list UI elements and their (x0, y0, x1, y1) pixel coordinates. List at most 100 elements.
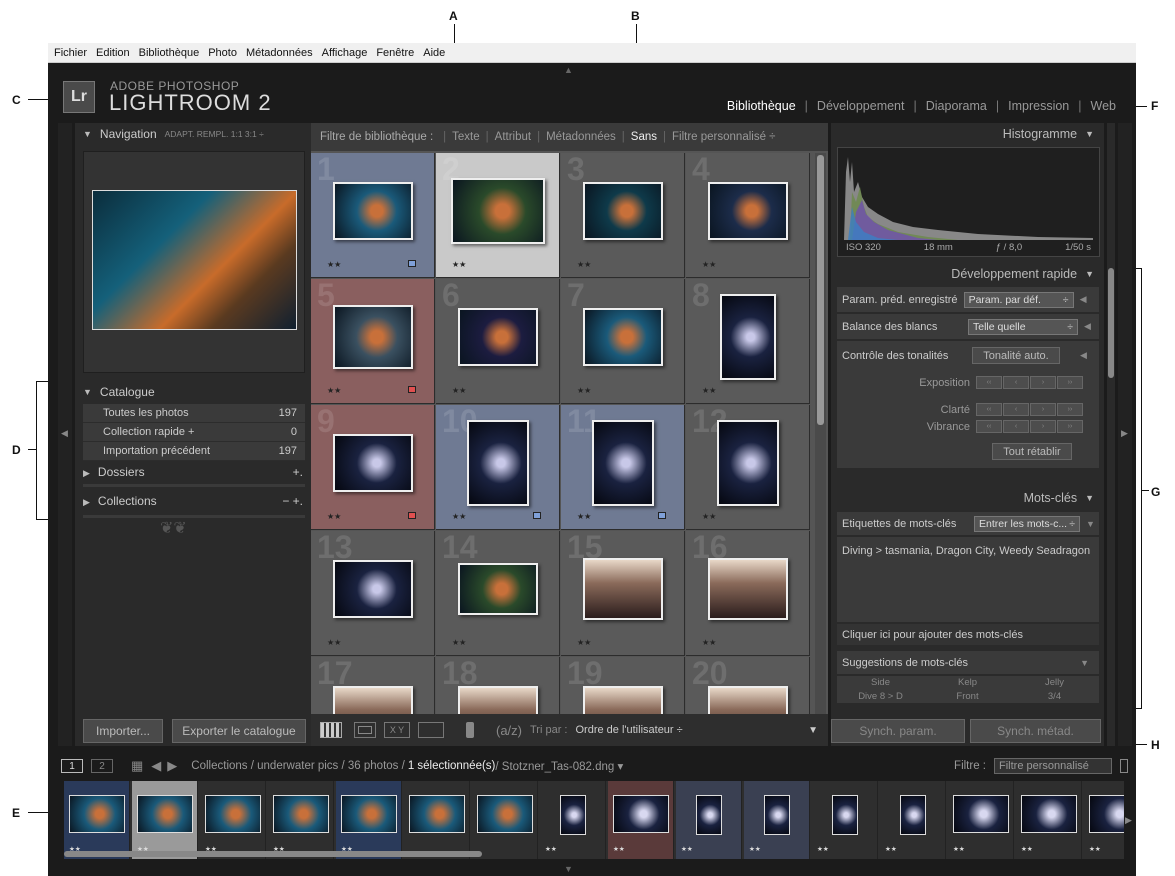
catalogue-item[interactable]: Collection rapide +0 (83, 423, 305, 442)
filmstrip-cell[interactable]: ★★ (608, 781, 674, 859)
compare-view-icon[interactable]: X Y (384, 722, 410, 738)
grid-cell[interactable]: 2 ★★ (436, 153, 560, 278)
menu-aide[interactable]: Aide (423, 47, 445, 59)
clarity-stepper[interactable]: ‹‹ ‹ › ›› (976, 403, 1084, 416)
menu-affichage[interactable]: Affichage (322, 47, 368, 59)
grid-view-icon[interactable] (320, 722, 342, 738)
filmstrip-star-rating[interactable]: ★★ (885, 845, 897, 853)
thumbnail-image[interactable] (720, 294, 776, 380)
catalogue-item[interactable]: Importation précédent 197 (83, 442, 305, 461)
catalogue-header[interactable]: ▼ Catalogue (75, 381, 313, 403)
filmstrip-thumbnail[interactable] (69, 795, 125, 833)
menu-edition[interactable]: Edition (96, 47, 130, 59)
filmstrip-thumbnail[interactable] (137, 795, 193, 833)
navigator-preview[interactable] (83, 151, 305, 373)
menu-fichier[interactable]: Fichier (54, 47, 87, 59)
navigation-header[interactable]: ▼ Navigation ADAPT. REMPL. 1:1 3:1 ÷ (75, 123, 313, 145)
filmstrip-cell[interactable]: ★★ (812, 781, 878, 859)
keyword-text-area[interactable]: Diving > tasmania, Dragon City, Weedy Se… (837, 537, 1099, 623)
module-bibliotheque[interactable]: Bibliothèque (727, 99, 796, 113)
grid-cell[interactable]: 8 ★★ (686, 279, 810, 404)
keyword-suggestion[interactable]: Kelp (924, 677, 1011, 688)
filmstrip-star-rating[interactable]: ★★ (953, 845, 965, 853)
filmstrip-cell[interactable]: ★★ (132, 781, 198, 859)
filter-attribut[interactable]: Attribut (495, 131, 531, 143)
grid-cell[interactable]: 7 ★★ (561, 279, 685, 404)
left-panel-edge[interactable]: ◀ (58, 123, 72, 746)
grid-cell[interactable]: 11 ★★ (561, 405, 685, 530)
filmstrip-thumbnail[interactable] (1021, 795, 1077, 833)
filmstrip-star-rating[interactable]: ★★ (749, 845, 761, 853)
filmstrip-thumbnail[interactable] (560, 795, 586, 835)
thumbnail-image[interactable] (333, 434, 413, 492)
collections-add-remove[interactable]: − +. (282, 494, 303, 508)
star-rating[interactable]: ★★ (702, 638, 716, 647)
grid-cell[interactable]: 12 ★★ (686, 405, 810, 530)
filmstrip-cell[interactable]: ★★ (948, 781, 1014, 859)
filmstrip-scrollbar[interactable] (64, 851, 482, 857)
navigation-zoom-options[interactable]: ADAPT. REMPL. 1:1 3:1 ÷ (165, 129, 264, 139)
white-balance-select[interactable]: Telle quelle ÷ (968, 318, 1078, 335)
export-catalog-button[interactable]: Exporter le catalogue (172, 719, 306, 743)
thumbnail-image[interactable] (458, 563, 538, 615)
sort-select[interactable]: Ordre de l'utilisateur ÷ (576, 724, 683, 736)
keyword-tags-select[interactable]: Entrer les mots-c... ÷ (974, 515, 1080, 532)
filmstrip-cell[interactable]: ★★ (1084, 781, 1124, 859)
sort-direction-icon[interactable]: (a/z) (496, 723, 522, 738)
star-rating[interactable]: ★★ (327, 260, 341, 269)
catalogue-item[interactable]: Toutes les photos 197 (83, 404, 305, 423)
star-rating[interactable]: ★★ (702, 386, 716, 395)
add-folder-button[interactable]: +. (293, 465, 303, 479)
star-rating[interactable]: ★★ (577, 512, 591, 521)
loupe-view-icon[interactable] (354, 722, 376, 738)
star-rating[interactable]: ★★ (577, 260, 591, 269)
star-rating[interactable]: ★★ (452, 260, 466, 269)
filmstrip-cell[interactable]: ★★ (268, 781, 334, 859)
keyword-suggestions-header[interactable]: Suggestions de mots-clés ▼ (837, 651, 1099, 675)
grid-cell[interactable]: 13 ★★ (311, 531, 435, 656)
forward-arrow-icon[interactable]: ▶ (167, 758, 177, 774)
auto-tone-button[interactable]: Tonalité auto. (972, 347, 1060, 364)
star-rating[interactable]: ★★ (452, 638, 466, 647)
dossiers-header[interactable]: ▶ Dossiers +. (75, 461, 313, 483)
grid-cell[interactable]: 14 ★★ (436, 531, 560, 656)
filmstrip-thumbnail[interactable] (273, 795, 329, 833)
filmstrip-star-rating[interactable]: ★★ (681, 845, 693, 853)
filmstrip-thumbnail[interactable] (696, 795, 722, 835)
thumbnail-image[interactable] (333, 305, 413, 369)
toolbar-menu-arrow-icon[interactable]: ▼ (808, 725, 818, 736)
filmstrip-cell[interactable]: ★★ (336, 781, 402, 859)
filmstrip-right-arrow-icon[interactable]: ▶ (1125, 815, 1132, 826)
star-rating[interactable]: ★★ (702, 512, 716, 521)
keyword-suggestion[interactable]: Side (837, 677, 924, 688)
exposure-stepper[interactable]: ‹‹ ‹ › ›› (976, 376, 1084, 389)
grid-cell[interactable]: 10 ★★ (436, 405, 560, 530)
grid-shortcut-icon[interactable]: ▦ (131, 758, 143, 774)
thumbnail-image[interactable] (717, 420, 779, 506)
current-file[interactable]: / Stotzner_Tas-082.dng ▾ (495, 759, 623, 773)
grid-cell[interactable]: 15 ★★ (561, 531, 685, 656)
filmstrip-thumbnail[interactable] (832, 795, 858, 835)
collapse-bottom-arrow-icon[interactable]: ▼ (564, 864, 573, 874)
primary-screen-button[interactable]: 1 (61, 759, 83, 773)
grid-cell[interactable]: 6 ★★ (436, 279, 560, 404)
spray-can-icon[interactable] (466, 722, 474, 738)
grid-cell[interactable]: 4 ★★ (686, 153, 810, 278)
thumbnail-image[interactable] (583, 558, 663, 620)
expand-left-arrow-icon[interactable]: ◀ (61, 428, 68, 439)
star-rating[interactable]: ★★ (327, 512, 341, 521)
filter-metadonnees[interactable]: Métadonnées (546, 131, 616, 143)
grid-cell[interactable]: 1 ★★ (311, 153, 435, 278)
filmstrip-thumbnail[interactable] (341, 795, 397, 833)
preset-select[interactable]: Param. par déf. ÷ (963, 291, 1074, 308)
secondary-screen-button[interactable]: 2 (91, 759, 113, 773)
collections-header[interactable]: ▶ Collections − +. (75, 490, 313, 512)
module-web[interactable]: Web (1091, 99, 1116, 113)
back-arrow-icon[interactable]: ◀ (151, 758, 161, 774)
menu-photo[interactable]: Photo (208, 47, 237, 59)
filmstrip-star-rating[interactable]: ★★ (613, 845, 625, 853)
module-developpement[interactable]: Développement (817, 99, 905, 113)
filmstrip-cell[interactable]: ★★ (200, 781, 266, 859)
filmstrip-thumbnail[interactable] (900, 795, 926, 835)
filmstrip-cell[interactable]: ★★ (540, 781, 606, 859)
